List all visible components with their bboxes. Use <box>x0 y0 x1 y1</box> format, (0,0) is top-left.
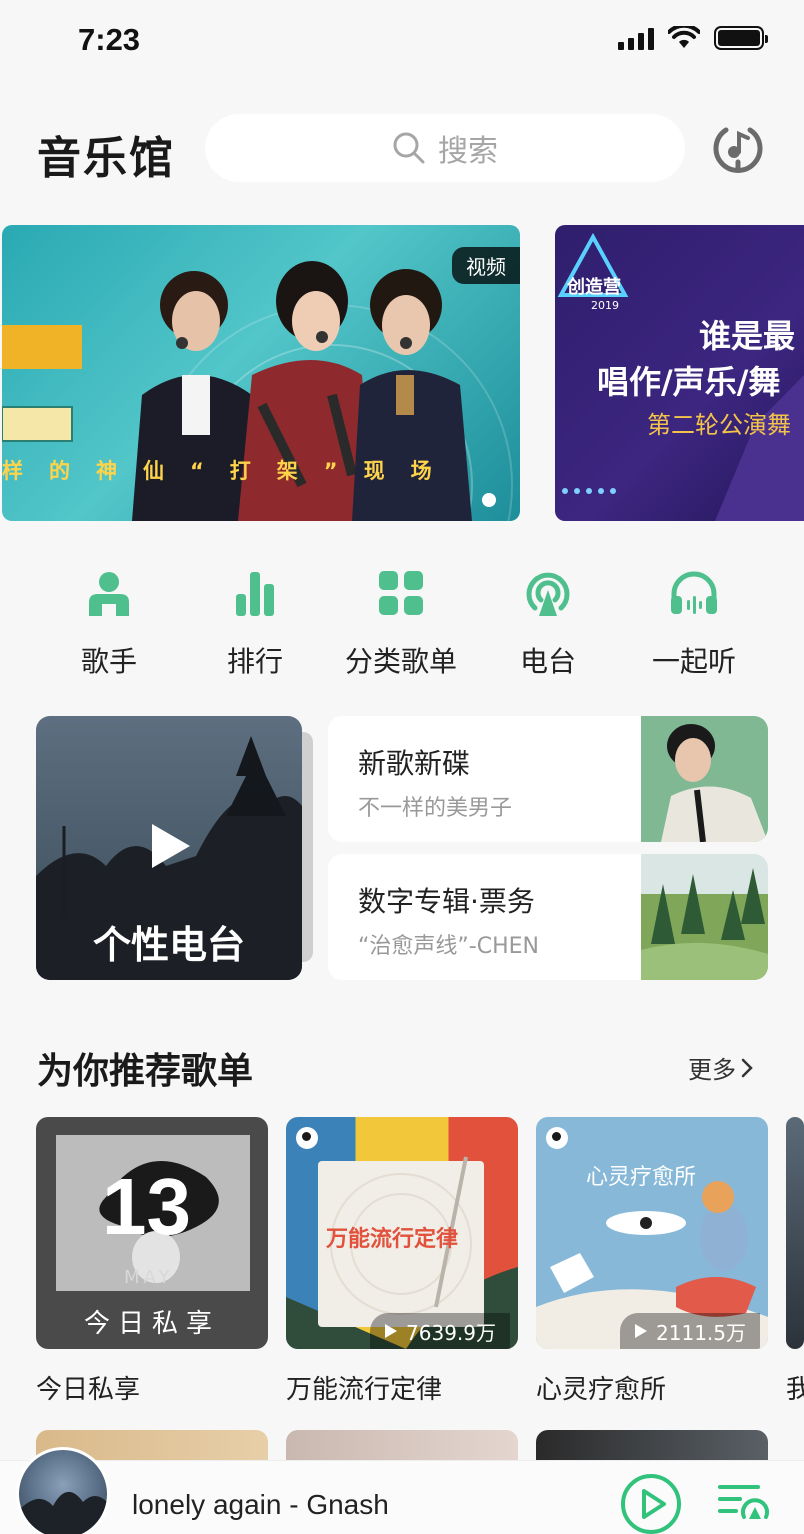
play-count: 2111.5万 <box>620 1313 760 1349</box>
chart-icon <box>236 572 274 616</box>
nav-singer[interactable]: 歌手 <box>36 568 182 680</box>
search-icon <box>393 132 425 164</box>
chevron-right-icon <box>741 1058 753 1077</box>
playlist-name: 万能流行定律 <box>286 1375 443 1405</box>
playlist-card[interactable]: 我 <box>786 1117 804 1406</box>
nav-label: 一起听 <box>651 645 736 678</box>
section-title: 为你推荐歌单 <box>37 1051 254 1092</box>
playlist-card[interactable]: 心灵疗愈所 2111.5万 心灵疗愈所 <box>536 1117 768 1406</box>
player-album-cover[interactable] <box>16 1447 110 1534</box>
radio-icon <box>526 572 570 616</box>
promo-image <box>641 716 768 842</box>
cover-number: 13 <box>102 1162 191 1251</box>
play-icon <box>385 1324 398 1338</box>
listen-together-icon <box>671 571 717 614</box>
signal-icon <box>618 26 654 50</box>
promo-subtitle: “治愈声线”-CHEN <box>358 934 539 959</box>
music-recognition-icon[interactable] <box>712 122 764 178</box>
more-link[interactable]: 更多 <box>688 1050 754 1085</box>
carousel-dot-active <box>482 493 496 507</box>
status-bar: 7:23 <box>0 0 804 84</box>
nav-label: 歌手 <box>80 645 137 678</box>
header: 音乐馆 搜索 <box>0 104 804 194</box>
new-releases-card[interactable]: 新歌新碟 不一样的美男子 <box>328 716 768 842</box>
promo-subtitle: 不一样的美男子 <box>358 796 513 821</box>
promo-image <box>641 854 768 980</box>
playlist-name: 今日私享 <box>36 1375 141 1405</box>
cover-title: 心灵疗愈所 <box>586 1165 697 1190</box>
search-input[interactable]: 搜索 <box>205 114 685 182</box>
promo-title: 数字专辑·票务 <box>358 885 535 918</box>
category-icon <box>379 571 423 615</box>
battery-icon <box>714 26 768 50</box>
banner-video[interactable]: 视频 样的神仙“打架”现场 <box>2 225 520 521</box>
playlist-queue-icon[interactable] <box>718 1481 770 1521</box>
nav-chart[interactable]: 排行 <box>182 568 328 680</box>
play-count: 7639.9万 <box>370 1313 510 1349</box>
playlist-cover <box>786 1117 804 1349</box>
cover-title: 万能流行定律 <box>326 1227 459 1252</box>
play-icon <box>635 1324 648 1338</box>
digital-album-card[interactable]: 数字专辑·票务 “治愈声线”-CHEN <box>328 854 768 980</box>
mini-player[interactable]: lonely again - Gnash <box>0 1447 804 1534</box>
show-logo: 创造营 2019 <box>567 277 621 312</box>
page-title: 音乐馆 <box>37 133 175 184</box>
playlist-cover: 万能流行定律 7639.9万 <box>286 1117 518 1349</box>
promo-title: 新歌新碟 <box>358 747 471 780</box>
banner-show-line1: 谁是最 <box>699 317 796 355</box>
nav-label: 电台 <box>519 645 576 678</box>
playlist-card-peek <box>286 1430 518 1460</box>
playlist-name: 心灵疗愈所 <box>536 1375 667 1405</box>
quick-nav: 歌手 排行 分类歌单 电台 一起听 <box>0 568 804 678</box>
playlist-name: 我 <box>786 1375 804 1405</box>
playlist-cover: 13 MAY 今日私享 <box>36 1117 268 1349</box>
nav-category[interactable]: 分类歌单 <box>328 568 474 680</box>
banner-show-line2: 唱作/声乐/舞 <box>597 363 781 401</box>
singer-icon <box>89 572 129 616</box>
cover-month: MAY <box>124 1267 174 1288</box>
status-time: 7:23 <box>78 22 141 57</box>
banner-caption: 样的神仙“打架”现场 <box>2 459 458 483</box>
nav-radio[interactable]: 电台 <box>475 568 621 680</box>
cover-artwork <box>19 1492 107 1534</box>
status-icons <box>618 26 768 50</box>
play-pause-button[interactable] <box>620 1473 682 1534</box>
search-placeholder: 搜索 <box>438 134 498 169</box>
personal-radio-card[interactable]: 个性电台 <box>36 716 302 980</box>
playlist-card-peek <box>536 1430 768 1460</box>
playlist-card[interactable]: 13 MAY 今日私享 今日私享 <box>36 1117 268 1406</box>
banner-show-line3: 第二轮公演舞 <box>647 411 791 439</box>
video-tag: 视频 <box>452 247 520 284</box>
radio-title: 个性电台 <box>92 923 245 967</box>
cover-label: 今日私享 <box>83 1309 220 1339</box>
nav-listen-together[interactable]: 一起听 <box>621 568 767 680</box>
banner-show[interactable]: 创造营 2019 谁是最 唱作/声乐/舞 第二轮公演舞 <box>555 225 804 521</box>
nav-label: 排行 <box>226 645 283 678</box>
nav-label: 分类歌单 <box>344 645 457 678</box>
more-label: 更多 <box>688 1056 736 1084</box>
banner-carousel[interactable]: 视频 样的神仙“打架”现场 创造营 2019 谁是最 唱作/声乐/舞 第二轮公演… <box>0 225 804 521</box>
player-track-title: lonely again - Gnash <box>132 1489 389 1520</box>
wifi-icon <box>668 26 700 48</box>
play-icon <box>152 824 190 868</box>
playlist-cover: 心灵疗愈所 2111.5万 <box>536 1117 768 1349</box>
playlist-card[interactable]: 万能流行定律 7639.9万 万能流行定律 <box>286 1117 518 1406</box>
